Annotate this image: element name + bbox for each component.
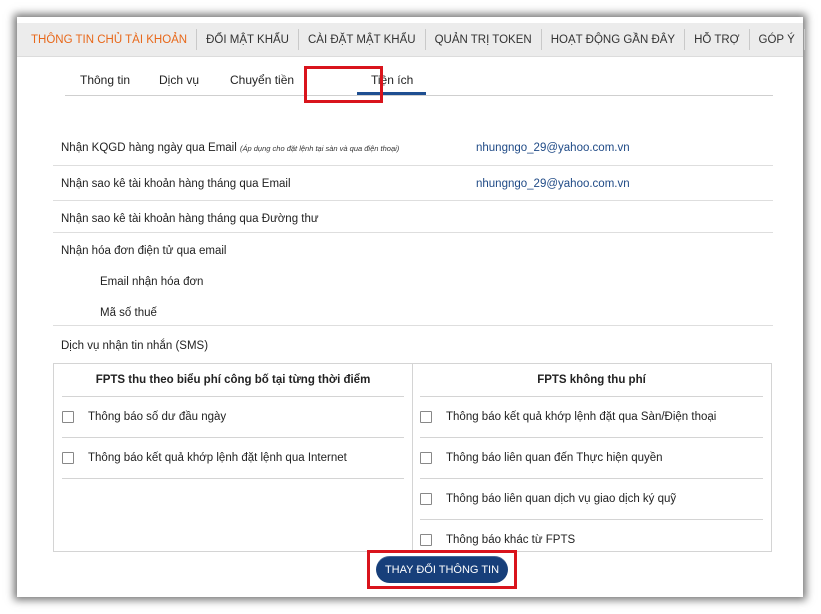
checkbox[interactable] [420, 411, 432, 423]
checkbox[interactable] [420, 493, 432, 505]
tax-code-label: Mã số thuế [100, 307, 157, 319]
tax-code-row: Mã số thuế [53, 293, 773, 326]
sms-service-label: Dịch vụ nhận tin nhắn (SMS) [61, 340, 209, 352]
kqgd-email-value: nhungngo_29@yahoo.com.vn [476, 142, 630, 154]
sms-service-row: Dịch vụ nhận tin nhắn (SMS) [53, 325, 773, 361]
sms-free-header: FPTS không thu phí [420, 364, 763, 397]
option-label: Thông báo khác từ FPTS [446, 534, 576, 546]
checkbox[interactable] [420, 534, 432, 546]
sub-tabs: Thông tin Dịch vụ Chuyển tiền Tiện ích [65, 57, 773, 96]
tab-transfer[interactable]: Chuyển tiền [230, 73, 294, 87]
sms-option-internet-match[interactable]: Thông báo kết quả khớp lệnh đặt lệnh qua… [62, 438, 404, 479]
menu-support[interactable]: HỖ TRỢ [685, 29, 750, 50]
option-label: Thông báo số dư đầu ngày [88, 411, 227, 423]
kqgd-email-label: Nhận KQGD hàng ngày qua Email [61, 142, 237, 154]
checkbox[interactable] [62, 411, 74, 423]
sms-paid-header: FPTS thu theo biểu phí công bố tại từng … [62, 364, 404, 397]
tab-utilities[interactable]: Tiện ích [371, 73, 413, 87]
tab-services[interactable]: Dịch vụ [159, 73, 199, 87]
menu-password-settings[interactable]: CÀI ĐẶT MẬT KHẨU [299, 29, 426, 50]
statement-email-value: nhungngo_29@yahoo.com.vn [476, 178, 630, 190]
checkbox[interactable] [420, 452, 432, 464]
menu-feedback[interactable]: GÓP Ý [750, 29, 805, 50]
option-label: Thông báo kết quả khớp lệnh đặt lệnh qua… [88, 452, 347, 464]
menu-recent-activity[interactable]: HOẠT ĐỘNG GẦN ĐÂY [542, 29, 686, 50]
active-tab-indicator [357, 92, 426, 95]
update-info-button[interactable]: THAY ĐỔI THÔNG TIN [376, 556, 508, 583]
sms-option-floor-phone-match[interactable]: Thông báo kết quả khớp lệnh đặt qua Sàn/… [420, 397, 763, 438]
menu-change-password[interactable]: ĐỔI MẬT KHẨU [197, 29, 299, 50]
invoice-email-row: Email nhận hóa đơn [53, 262, 773, 293]
option-label: Thông báo kết quả khớp lệnh đặt qua Sàn/… [446, 411, 717, 423]
kqgd-email-note: (Áp dụng cho đặt lệnh tại sàn và qua điệ… [240, 144, 400, 153]
statement-email-label: Nhận sao kê tài khoản hàng tháng qua Ema… [61, 178, 291, 190]
statement-email-row: Nhận sao kê tài khoản hàng tháng qua Ema… [53, 165, 773, 201]
kqgd-email-row: Nhận KQGD hàng ngày qua Email (Áp dụng c… [53, 135, 773, 166]
e-invoice-row: Nhận hóa đơn điện tử qua email [53, 232, 773, 262]
account-info-panel: THÔNG TIN CHỦ TÀI KHOẢN ĐỔI MẬT KHẨU CÀI… [17, 17, 805, 597]
menu-token-management[interactable]: QUẢN TRỊ TOKEN [426, 29, 542, 50]
menu-account-info[interactable]: THÔNG TIN CHỦ TÀI KHOẢN [17, 29, 198, 50]
sms-free-column: FPTS không thu phí Thông báo kết quả khớ… [412, 364, 771, 551]
sms-option-opening-balance[interactable]: Thông báo số dư đầu ngày [62, 397, 404, 438]
e-invoice-label: Nhận hóa đơn điện tử qua email [61, 245, 227, 257]
option-label: Thông báo liên quan đến Thực hiện quyền [446, 452, 663, 464]
sms-option-other[interactable]: Thông báo khác từ FPTS [420, 520, 763, 560]
tab-info[interactable]: Thông tin [80, 73, 130, 87]
sms-option-margin-trading[interactable]: Thông báo liên quan dịch vụ giao dịch ký… [420, 479, 763, 520]
top-menu: THÔNG TIN CHỦ TÀI KHOẢN ĐỔI MẬT KHẨU CÀI… [17, 23, 805, 57]
statement-post-row: Nhận sao kê tài khoản hàng tháng qua Đườ… [53, 200, 773, 233]
invoice-email-label: Email nhận hóa đơn [100, 276, 204, 288]
sms-option-rights-exercise[interactable]: Thông báo liên quan đến Thực hiện quyền [420, 438, 763, 479]
sms-options-table: FPTS thu theo biểu phí công bố tại từng … [53, 363, 772, 552]
sms-paid-column: FPTS thu theo biểu phí công bố tại từng … [54, 364, 413, 551]
option-label: Thông báo liên quan dịch vụ giao dịch ký… [446, 493, 677, 505]
checkbox[interactable] [62, 452, 74, 464]
statement-post-label: Nhận sao kê tài khoản hàng tháng qua Đườ… [61, 213, 319, 225]
